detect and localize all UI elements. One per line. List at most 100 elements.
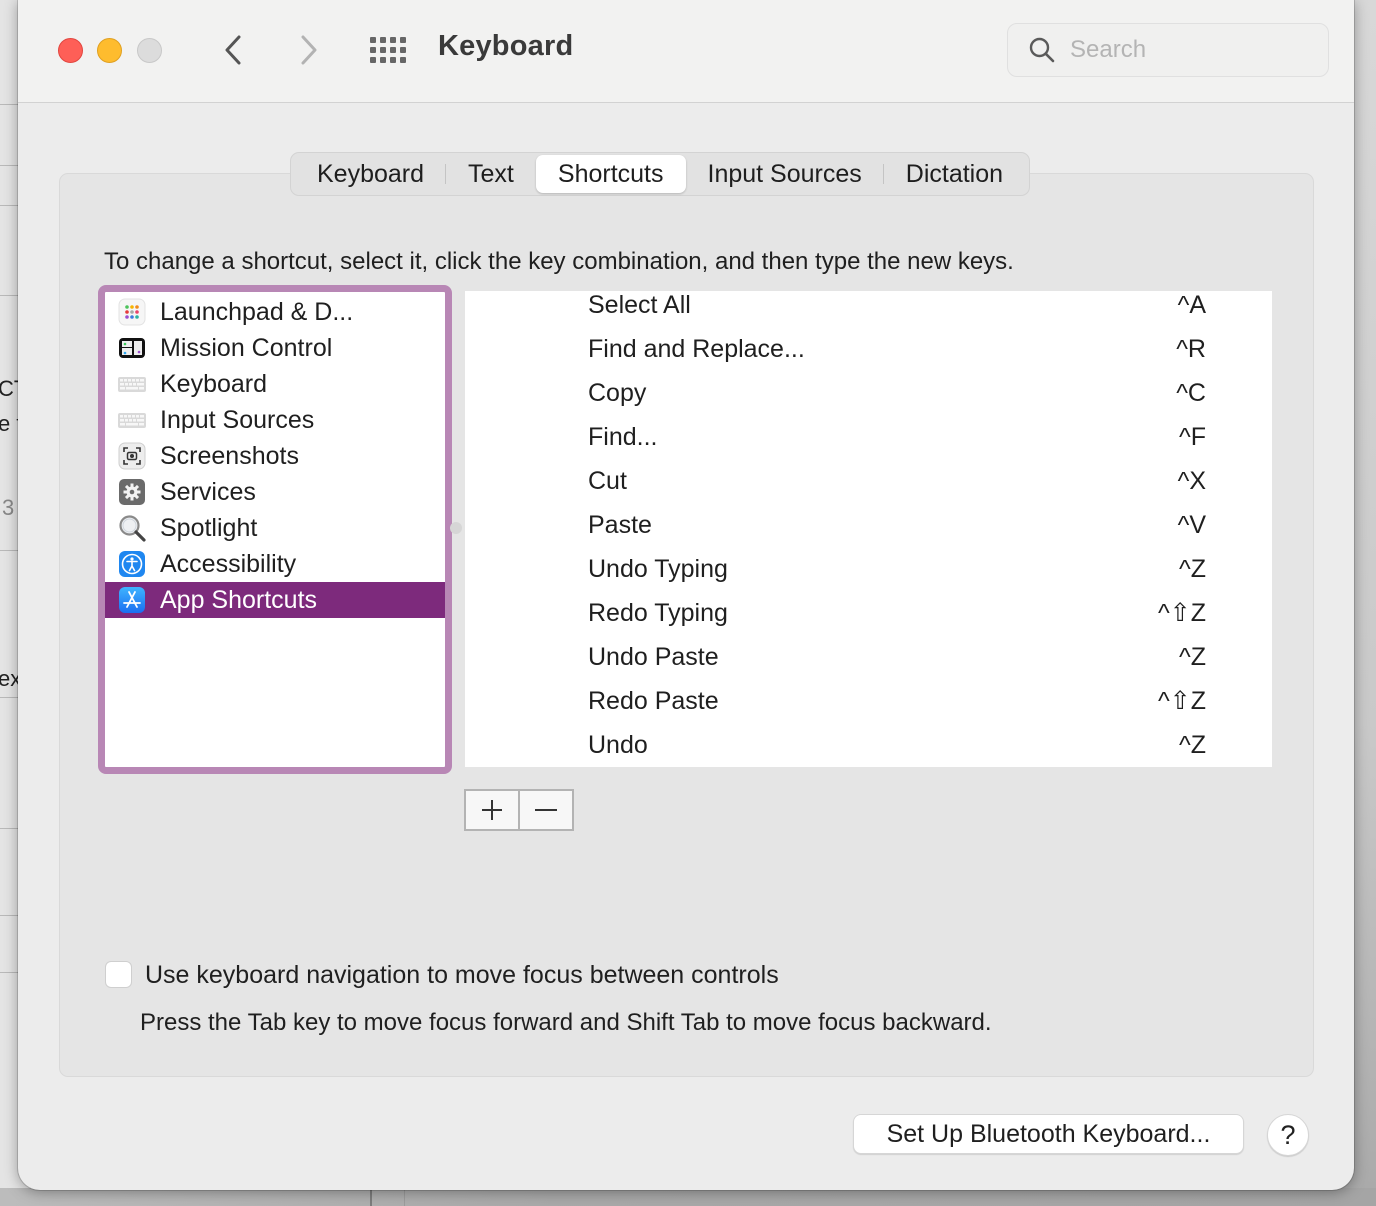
app-store-icon xyxy=(118,586,146,614)
shortcut-row[interactable]: Cut ^X xyxy=(465,467,1272,511)
shortcut-name: Select All xyxy=(588,291,691,319)
keyboard-navigation-checkbox[interactable] xyxy=(105,961,132,988)
shortcut-keys[interactable]: ^C xyxy=(1176,379,1206,407)
category-label: App Shortcuts xyxy=(160,585,318,614)
tab-shortcuts[interactable]: Shortcuts xyxy=(535,155,686,193)
category-item-app-shortcuts[interactable]: App Shortcuts xyxy=(105,582,445,618)
grid-dot xyxy=(370,57,376,63)
category-label: Keyboard xyxy=(160,369,268,398)
window-title: Keyboard xyxy=(438,30,574,62)
screenshot-camera-icon xyxy=(118,442,146,470)
search-input[interactable] xyxy=(1070,36,1310,64)
shortcut-table[interactable]: Select All ^A Find and Replace... ^R Cop… xyxy=(465,291,1272,767)
category-item-screenshots[interactable]: Screenshots xyxy=(105,438,445,474)
shortcut-keys[interactable]: ^Z xyxy=(1179,555,1206,583)
shortcut-keys[interactable]: ^V xyxy=(1178,511,1206,539)
bg-divider xyxy=(370,1188,372,1206)
category-item-launchpad[interactable]: Launchpad & D... xyxy=(105,294,445,330)
keyboard-preferences-window: Keyboard Keyboard Text Shortcuts Input S… xyxy=(18,0,1354,1190)
shortcut-category-list[interactable]: Launchpad & D... Mission Control Keyboar… xyxy=(98,285,452,774)
accessibility-icon xyxy=(118,550,146,578)
shortcut-row[interactable]: Undo ^Z xyxy=(465,731,1272,767)
category-label: Launchpad & D... xyxy=(160,297,354,326)
grid-dot xyxy=(390,57,396,63)
shortcut-name: Redo Paste xyxy=(588,687,719,715)
shortcut-keys[interactable]: ^A xyxy=(1178,291,1206,319)
forward-button[interactable] xyxy=(292,30,326,70)
shortcut-row[interactable]: Copy ^C xyxy=(465,379,1272,423)
title-bar: Keyboard xyxy=(18,0,1354,103)
gear-icon xyxy=(118,478,146,506)
shortcut-keys[interactable]: ^Z xyxy=(1179,643,1206,671)
zoom-button[interactable] xyxy=(137,38,162,63)
shortcut-name: Find... xyxy=(588,423,658,451)
magnifier-icon xyxy=(118,514,146,542)
add-shortcut-button[interactable] xyxy=(466,791,520,829)
shortcut-name: Redo Typing xyxy=(588,599,728,627)
grid-dot xyxy=(380,37,386,43)
category-label: Screenshots xyxy=(160,441,299,470)
chevron-left-icon xyxy=(225,35,241,65)
grid-dot xyxy=(380,57,386,63)
shortcut-row[interactable]: Paste ^V xyxy=(465,511,1272,555)
category-item-accessibility[interactable]: Accessibility xyxy=(105,546,445,582)
shortcut-row[interactable]: Undo Paste ^Z xyxy=(465,643,1272,687)
tab-input-sources[interactable]: Input Sources xyxy=(686,155,885,193)
keyboard-icon xyxy=(118,370,146,398)
shortcut-row[interactable]: Find and Replace... ^R xyxy=(465,335,1272,379)
help-button[interactable]: ? xyxy=(1267,1114,1309,1156)
shortcut-name: Cut xyxy=(588,467,627,495)
plus-icon xyxy=(482,800,502,820)
instructions-text: To change a shortcut, select it, click t… xyxy=(104,248,1014,275)
launchpad-icon xyxy=(118,298,146,326)
tab-dictation[interactable]: Dictation xyxy=(884,155,1025,193)
keyboard-navigation-help-text: Press the Tab key to move focus forward … xyxy=(140,1009,992,1036)
shortcut-keys[interactable]: ^Z xyxy=(1179,731,1206,759)
close-button[interactable] xyxy=(58,38,83,63)
shortcut-keys[interactable]: ^F xyxy=(1179,423,1206,451)
category-item-spotlight[interactable]: Spotlight xyxy=(105,510,445,546)
shortcut-keys[interactable]: ^⇧Z xyxy=(1158,687,1206,715)
category-label: Accessibility xyxy=(160,549,297,578)
grid-dot xyxy=(400,57,406,63)
grid-dot xyxy=(370,37,376,43)
grid-dot xyxy=(380,47,386,53)
category-label: Input Sources xyxy=(160,405,315,434)
minimize-button[interactable] xyxy=(97,38,122,63)
search-field[interactable] xyxy=(1007,23,1329,77)
shortcut-keys[interactable]: ^⇧Z xyxy=(1158,599,1206,627)
back-button[interactable] xyxy=(216,30,250,70)
shortcut-row[interactable]: Find... ^F xyxy=(465,423,1272,467)
category-item-input-sources[interactable]: Input Sources xyxy=(105,402,445,438)
split-view-resize-handle[interactable] xyxy=(450,522,462,534)
shortcut-row[interactable]: Undo Typing ^Z xyxy=(465,555,1272,599)
grid-dot xyxy=(390,37,396,43)
shortcut-keys[interactable]: ^R xyxy=(1176,335,1206,363)
setup-bluetooth-keyboard-button[interactable]: Set Up Bluetooth Keyboard... xyxy=(853,1114,1244,1154)
shortcut-row[interactable]: Redo Typing ^⇧Z xyxy=(465,599,1272,643)
tab-keyboard[interactable]: Keyboard xyxy=(295,155,447,193)
shortcut-row[interactable]: Redo Paste ^⇧Z xyxy=(465,687,1272,731)
shortcut-name: Paste xyxy=(588,511,652,539)
shortcut-name: Undo xyxy=(588,731,648,759)
add-remove-control xyxy=(464,789,574,831)
category-label: Services xyxy=(160,477,256,506)
shortcut-name: Find and Replace... xyxy=(588,335,805,363)
tab-text[interactable]: Text xyxy=(446,155,536,193)
category-item-mission-control[interactable]: Mission Control xyxy=(105,330,445,366)
category-item-keyboard[interactable]: Keyboard xyxy=(105,366,445,402)
shortcut-row[interactable]: Select All ^A xyxy=(465,291,1272,335)
shortcut-name: Copy xyxy=(588,379,647,407)
minus-icon xyxy=(535,809,557,811)
remove-shortcut-button[interactable] xyxy=(520,791,572,829)
search-icon xyxy=(1029,37,1055,63)
category-label: Mission Control xyxy=(160,333,333,362)
background-desktop-strip xyxy=(0,1188,1376,1206)
shortcut-keys[interactable]: ^X xyxy=(1178,467,1206,495)
grid-dot xyxy=(370,47,376,53)
category-item-services[interactable]: Services xyxy=(105,474,445,510)
grid-dot xyxy=(400,37,406,43)
keyboard-navigation-label[interactable]: Use keyboard navigation to move focus be… xyxy=(145,961,779,990)
bg-text-fragment: 3 xyxy=(2,495,15,520)
show-all-preferences-button[interactable] xyxy=(368,34,408,66)
